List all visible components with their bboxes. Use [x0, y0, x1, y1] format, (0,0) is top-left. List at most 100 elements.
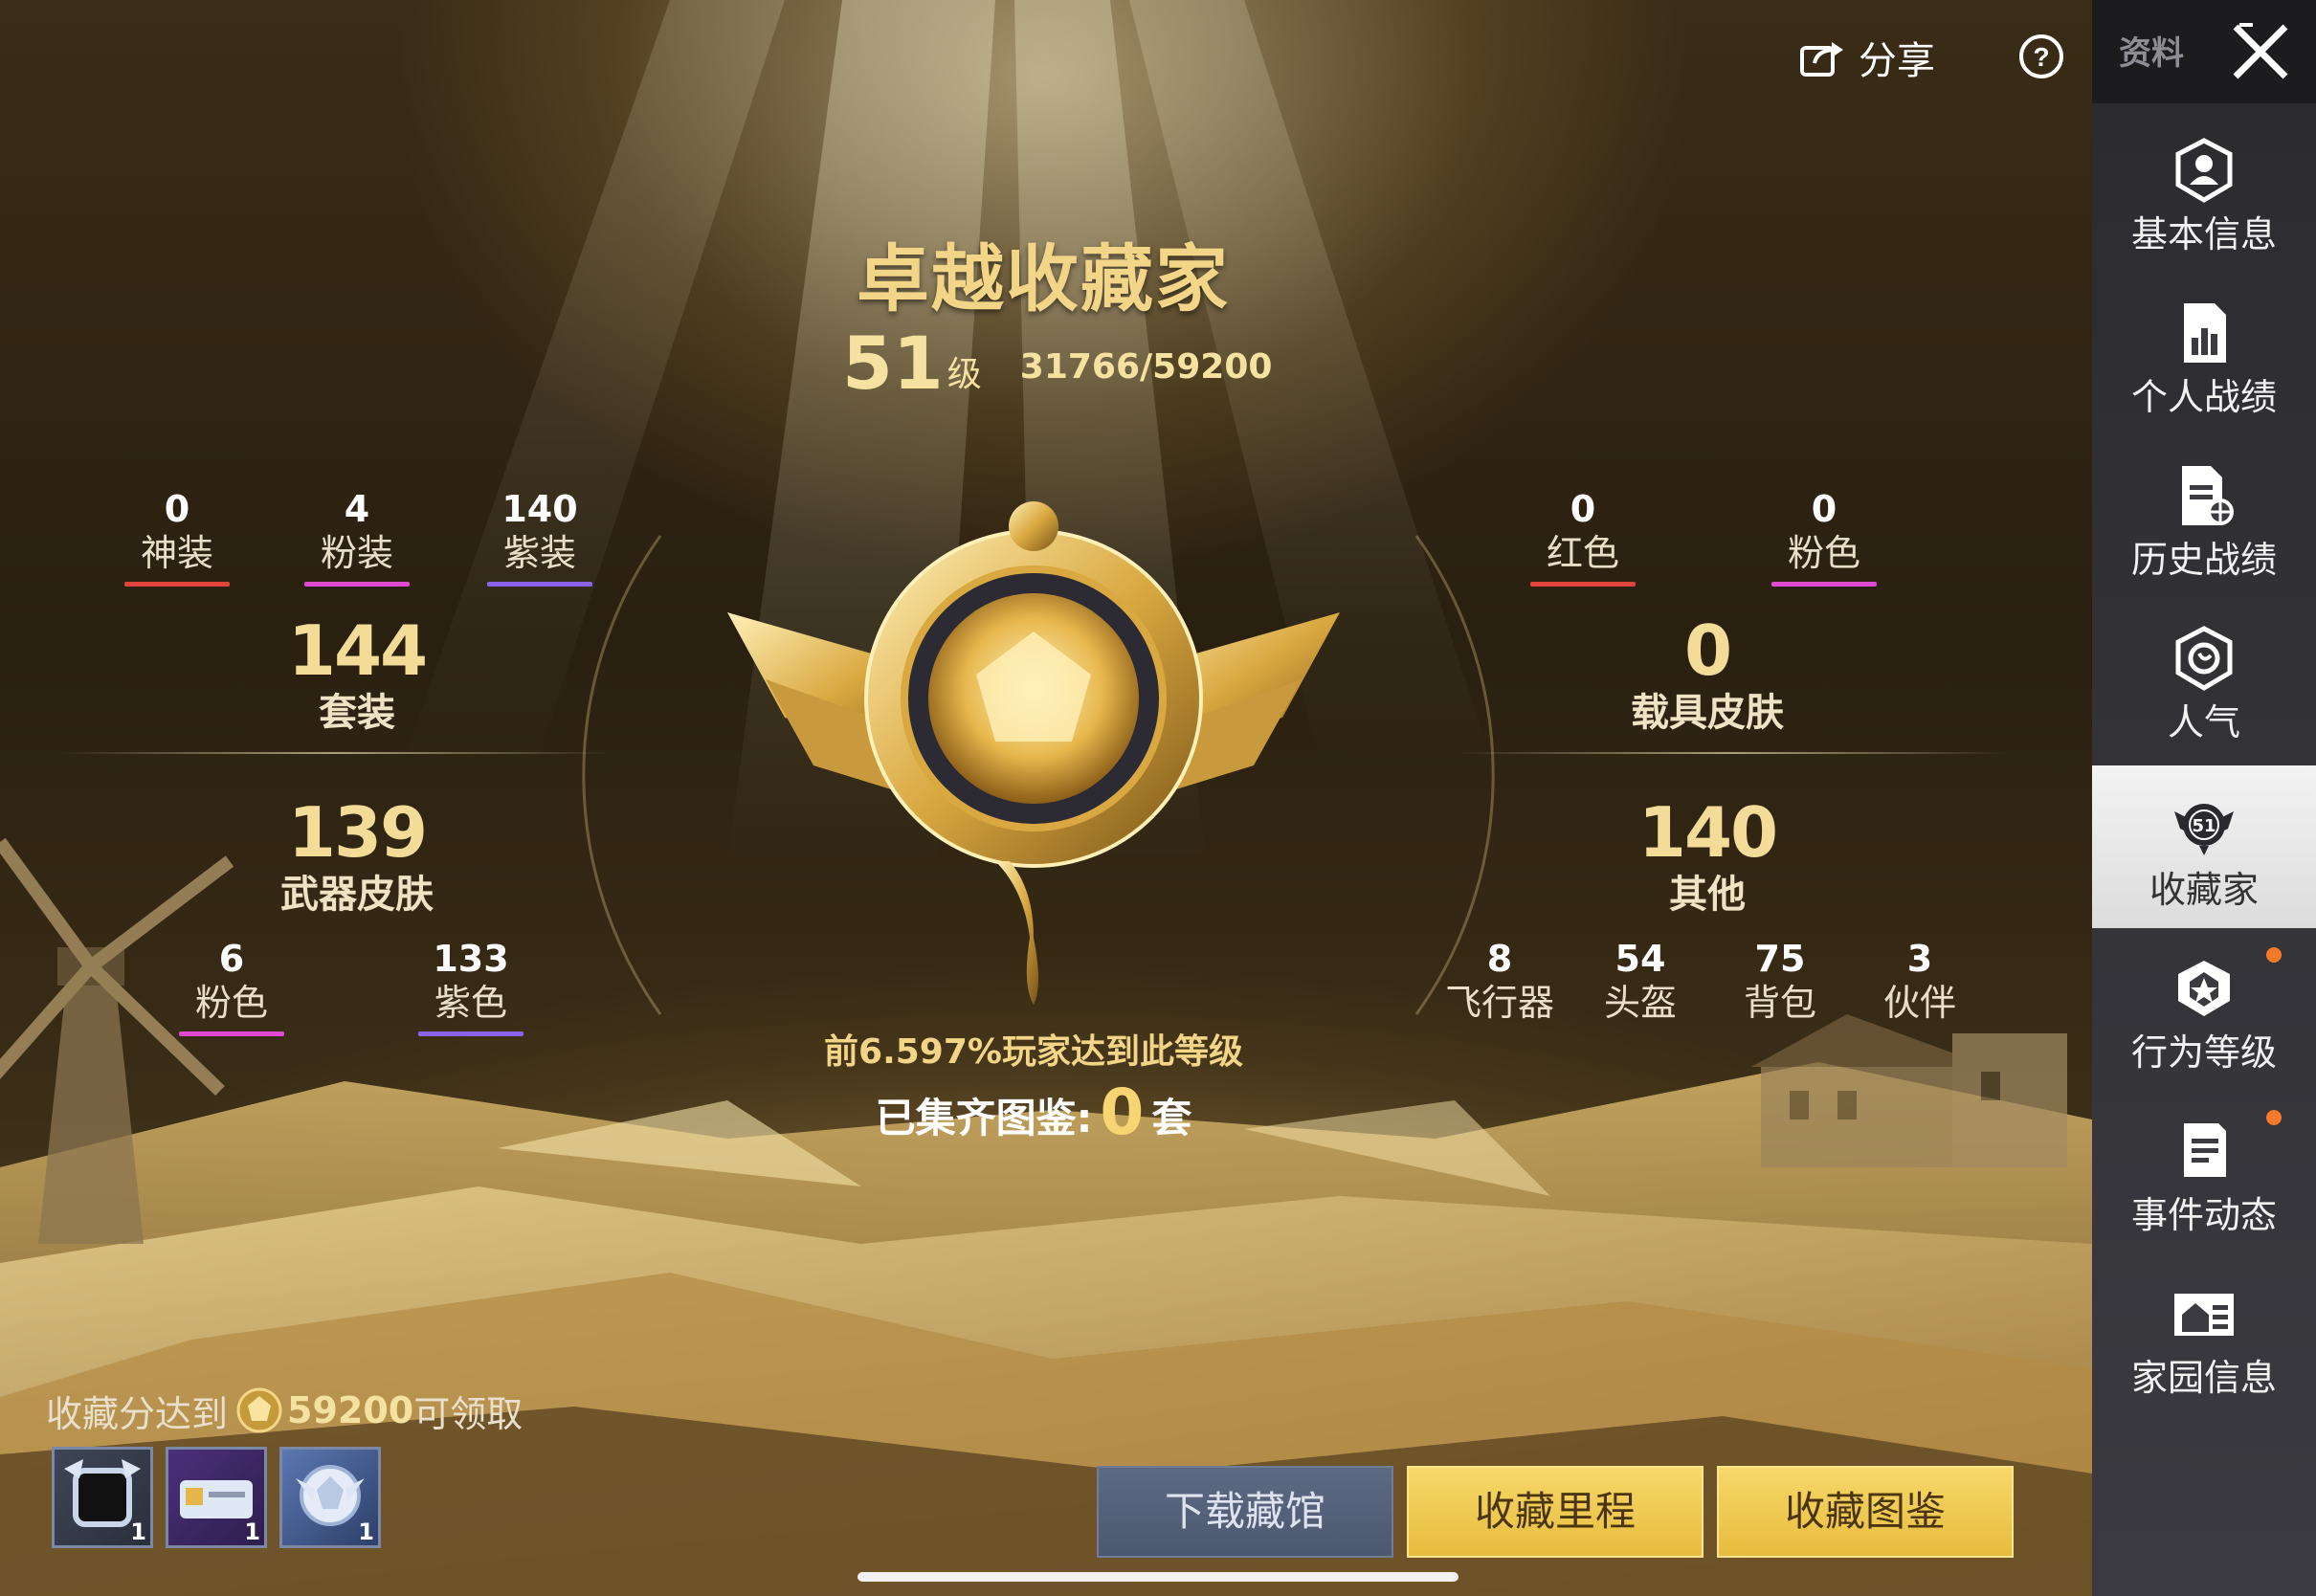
rarity-underline — [179, 1031, 284, 1036]
stat-weapon-pink[interactable]: 6 粉色 — [155, 938, 308, 1036]
close-button[interactable] — [2226, 17, 2295, 86]
stat-legendary[interactable]: 0 神装 — [100, 488, 254, 587]
stat-value: 139 — [287, 792, 428, 873]
stat-label: 背包 — [1743, 982, 1816, 1024]
stat-backpack[interactable]: 75 背包 — [1704, 938, 1857, 1026]
stat-vehicle-red[interactable]: 0 红色 — [1506, 488, 1659, 587]
stat-pink-gear[interactable]: 4 粉装 — [280, 488, 434, 587]
level-unit: 级 — [946, 355, 982, 394]
notification-dot — [2266, 1110, 2282, 1125]
sidebar-item-collector[interactable]: 51 收藏家 — [2092, 765, 2316, 928]
stat-value: 54 — [1615, 938, 1666, 980]
share-button[interactable]: 分享 — [1799, 29, 1935, 86]
right-divider — [1455, 752, 2010, 754]
behavior-badge-icon — [2178, 961, 2230, 1016]
stat-companion[interactable]: 3 伙伴 — [1843, 938, 1996, 1026]
reward-count: 1 — [244, 1518, 260, 1545]
rarity-underline — [1530, 582, 1636, 587]
collector-points: 31766/59200 — [1019, 347, 1273, 387]
stat-value: 3 — [1906, 938, 1933, 980]
close-icon — [2233, 23, 2288, 79]
home-icon — [2174, 1294, 2234, 1336]
stat-label: 粉装 — [320, 532, 393, 574]
stat-value: 6 — [218, 938, 245, 980]
reward-suffix: 可领取 — [413, 1392, 523, 1435]
stat-label: 神装 — [140, 532, 213, 574]
collection-catalog-button[interactable]: 收藏图鉴 — [1717, 1466, 2014, 1558]
sidebar-header: 资料 — [2092, 0, 2316, 103]
stat-label: 武器皮肤 — [280, 873, 434, 917]
level-value: 51 — [842, 321, 944, 406]
reward-item-card[interactable]: 1 — [166, 1447, 267, 1548]
stat-value: 8 — [1486, 938, 1513, 980]
stat-label: 紫色 — [434, 982, 507, 1024]
completed-unit: 套 — [1151, 1095, 1192, 1142]
rarity-underline — [124, 582, 230, 587]
stat-label: 红色 — [1546, 532, 1619, 574]
collector-level-badge: 51 — [2192, 816, 2216, 836]
stat-vehicle-skins[interactable]: 0 载具皮肤 — [1583, 612, 1832, 737]
reward-count: 1 — [130, 1518, 146, 1545]
sidebar-item-events[interactable]: 事件动态 — [2092, 1091, 2316, 1253]
share-label: 分享 — [1859, 39, 1935, 83]
collector-title: 卓越收藏家 — [857, 236, 1230, 321]
rarity-underline — [418, 1031, 523, 1036]
profile-icon — [2175, 138, 2233, 203]
stat-purple-gear[interactable]: 140 紫装 — [463, 488, 616, 587]
sidebar-item-home[interactable]: 家园信息 — [2092, 1253, 2316, 1416]
sidebar-item-label: 基本信息 — [2130, 213, 2277, 255]
stat-value: 0 — [1811, 488, 1837, 530]
stat-label: 套装 — [319, 691, 395, 735]
stat-value: 0 — [1683, 610, 1732, 691]
level-row: 51 级 31766/59200 — [842, 321, 1272, 406]
question-circle-icon: ? — [2019, 34, 2063, 78]
sidebar-item-history[interactable]: 历史战绩 — [2092, 435, 2316, 598]
stat-weapon-purple[interactable]: 133 紫色 — [394, 938, 547, 1036]
stat-others[interactable]: 140 其他 — [1583, 794, 1832, 919]
sidebar-item-label: 人气 — [2167, 701, 2240, 743]
left-divider — [57, 752, 612, 754]
sidebar-item-behavior-level[interactable]: 行为等级 — [2092, 928, 2316, 1091]
stat-value: 4 — [344, 488, 370, 530]
completed-label: 已集齐图鉴: — [875, 1095, 1093, 1142]
stat-label: 粉色 — [194, 982, 268, 1024]
collector-emblem — [727, 501, 1340, 1005]
stat-glider[interactable]: 8 飞行器 — [1423, 938, 1576, 1026]
sidebar-item-label: 收藏家 — [2149, 869, 2259, 911]
completed-value: 0 — [1100, 1075, 1145, 1149]
rose-icon — [2175, 626, 2233, 691]
sidebar-item-basic-info[interactable]: 基本信息 — [2092, 110, 2316, 273]
notification-dot — [2266, 947, 2282, 963]
collector-badge-icon: 51 — [2174, 804, 2234, 855]
sidebar-item-label: 事件动态 — [2130, 1194, 2277, 1236]
download-museum-button[interactable]: 下载藏馆 — [1097, 1466, 1393, 1558]
stat-value: 0 — [164, 488, 190, 530]
reward-prefix: 收藏分达到 — [46, 1392, 229, 1435]
reward-item-badge[interactable]: 1 — [279, 1447, 381, 1548]
stat-value: 144 — [287, 610, 428, 691]
stat-label: 头盔 — [1603, 982, 1677, 1024]
svg-text:?: ? — [2033, 42, 2049, 72]
reward-item-frame[interactable]: 1 — [52, 1447, 153, 1548]
stat-value: 0 — [1570, 488, 1596, 530]
stat-outfits[interactable]: 144 套装 — [233, 612, 481, 737]
stat-value: 140 — [1637, 792, 1778, 873]
rarity-underline — [1771, 582, 1877, 587]
stat-helmet[interactable]: 54 头盔 — [1564, 938, 1717, 1026]
collection-milestones-button[interactable]: 收藏里程 — [1407, 1466, 1704, 1558]
help-button[interactable]: ? — [2017, 33, 2065, 80]
event-doc-icon — [2184, 1123, 2226, 1177]
stat-label: 载具皮肤 — [1631, 691, 1784, 735]
sidebar-header-label: 资料 — [2119, 34, 2184, 73]
sidebar-item-personal-stats[interactable]: 个人战绩 — [2092, 273, 2316, 435]
stat-weapon-skins[interactable]: 139 武器皮肤 — [233, 794, 481, 919]
home-indicator — [857, 1572, 1459, 1582]
share-icon — [1800, 42, 1843, 77]
sidebar-item-popularity[interactable]: 人气 — [2092, 598, 2316, 761]
reward-count: 1 — [358, 1518, 374, 1545]
stat-value: 140 — [501, 488, 578, 530]
stat-vehicle-pink[interactable]: 0 粉色 — [1748, 488, 1901, 587]
stat-label: 粉色 — [1787, 532, 1860, 574]
sidebar-item-label: 历史战绩 — [2130, 539, 2277, 581]
history-doc-icon — [2182, 466, 2234, 525]
